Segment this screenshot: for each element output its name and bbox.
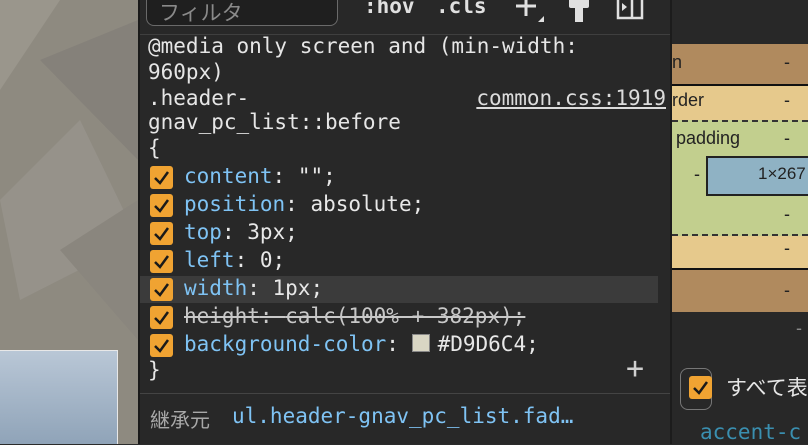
property-value[interactable]: 1px; <box>273 276 324 300</box>
declaration-checkbox[interactable] <box>150 278 173 301</box>
property-name[interactable]: background-color <box>184 332 386 356</box>
box-model-position-bottom[interactable]: - <box>796 318 802 339</box>
inherited-label: 継承元 <box>150 408 210 432</box>
inherited-selector-link[interactable]: ul.header-gnav_pc_list.fad… <box>232 404 573 428</box>
declaration-checkbox[interactable] <box>150 250 173 273</box>
hov-toggle-button[interactable]: :hov <box>364 0 415 18</box>
box-model-border-label: rder <box>672 90 705 110</box>
box-model-border-bottom[interactable]: - <box>784 238 790 259</box>
media-query-line1: @media only screen and (min-width: <box>148 34 578 58</box>
property-name[interactable]: position <box>184 192 285 216</box>
property-name[interactable]: left <box>184 248 235 272</box>
property-value[interactable]: #D9D6C4; <box>438 332 539 356</box>
box-model-padding-bottom[interactable]: - <box>784 204 790 225</box>
styles-toolbar: フィルタ :hov .cls <box>140 0 670 35</box>
filter-input[interactable]: フィルタ <box>146 0 338 26</box>
declaration-left[interactable]: left: 0; <box>140 248 658 275</box>
box-model-padding-left[interactable]: - <box>694 164 700 185</box>
declaration-content[interactable]: content: ""; <box>140 164 658 191</box>
page-thumbnail-image <box>0 350 118 444</box>
box-model-margin-label: n <box>672 52 683 72</box>
source-link[interactable]: common.css:1919 <box>476 86 666 110</box>
declaration-background-color[interactable]: background-color: #D9D6C4; <box>140 332 658 359</box>
computed-pane: n - rder - padding - - 1×267 - - - - すべて… <box>672 0 808 444</box>
box-model-content-size[interactable]: 1×267 <box>758 164 806 184</box>
declaration-checkbox[interactable] <box>150 194 173 217</box>
inherited-section: 継承元 ul.header-gnav_pc_list.fad… <box>140 393 670 445</box>
page-background <box>0 0 138 444</box>
computed-property-name[interactable]: accent-c <box>700 420 801 444</box>
open-brace: { <box>148 136 161 160</box>
paint-brush-icon[interactable] <box>566 0 594 30</box>
declaration-checkbox[interactable] <box>150 222 173 245</box>
property-name[interactable]: width <box>184 276 247 300</box>
styles-pane: フィルタ :hov .cls @media only screen and (m… <box>140 0 670 444</box>
box-model-diagram: n - rder - padding - - 1×267 - - - - <box>672 40 808 346</box>
show-all-label: すべて表 <box>726 376 808 400</box>
property-value[interactable]: 0; <box>260 248 285 272</box>
box-model-padding-label: padding <box>676 128 741 148</box>
declaration-position[interactable]: position: absolute; <box>140 192 658 219</box>
property-value[interactable]: absolute; <box>310 192 424 216</box>
declaration-checkbox[interactable] <box>150 334 173 357</box>
property-name[interactable]: top <box>184 220 222 244</box>
box-model-margin-bottom[interactable]: - <box>784 280 790 301</box>
media-query-line2: 960px) <box>148 60 224 84</box>
declaration-checkbox[interactable] <box>150 306 173 329</box>
box-model-border-value[interactable]: - <box>784 90 790 111</box>
new-rule-icon[interactable] <box>512 0 546 30</box>
property-value[interactable]: ""; <box>298 164 336 188</box>
declaration-width[interactable]: width: 1px; <box>140 276 658 303</box>
property-name[interactable]: height <box>184 304 260 328</box>
property-value[interactable]: 3px; <box>247 220 298 244</box>
selector-line1[interactable]: .header- <box>148 86 249 110</box>
selector-line2[interactable]: gnav_pc_list::before <box>148 110 401 134</box>
property-value[interactable]: calc(100% + 382px); <box>285 304 525 328</box>
add-property-icon[interactable]: + <box>626 354 644 384</box>
declaration-checkbox[interactable] <box>150 166 173 189</box>
box-model-margin-value[interactable]: - <box>784 52 790 73</box>
close-brace: } <box>148 358 161 382</box>
cls-toggle-button[interactable]: .cls <box>436 0 487 18</box>
box-model-padding-top[interactable]: - <box>784 128 790 149</box>
sidebar-toggle-icon[interactable] <box>616 0 646 30</box>
declaration-height-overridden[interactable]: height: calc(100% + 382px); <box>140 304 658 331</box>
property-name[interactable]: content <box>184 164 273 188</box>
declaration-top[interactable]: top: 3px; <box>140 220 658 247</box>
show-all-checkbox[interactable] <box>689 376 712 399</box>
color-swatch[interactable] <box>411 334 430 352</box>
